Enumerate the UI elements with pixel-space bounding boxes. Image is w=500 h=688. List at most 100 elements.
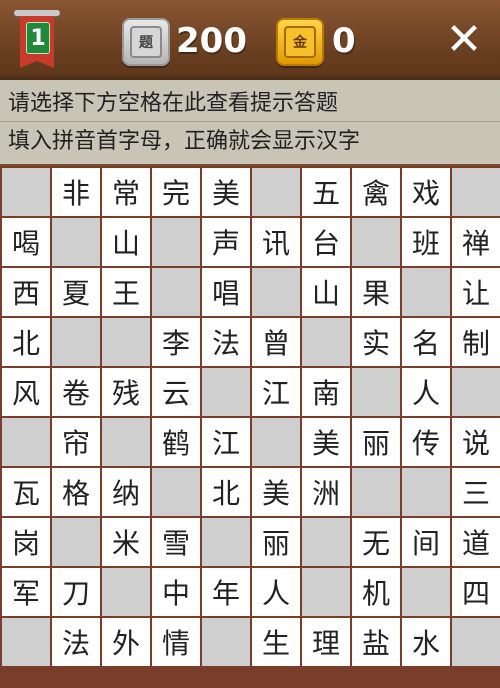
- grid-cell[interactable]: 中: [152, 568, 200, 616]
- banner-rod: [14, 10, 60, 16]
- gold-icon-label: 金: [284, 26, 316, 58]
- grid-cell[interactable]: 三: [452, 468, 500, 516]
- grid-cell[interactable]: 台: [302, 218, 350, 266]
- grid-cell[interactable]: 戏: [402, 168, 450, 216]
- grid-cell[interactable]: 非: [52, 168, 100, 216]
- grid-cell[interactable]: 人: [252, 568, 300, 616]
- grid-cell[interactable]: 美: [202, 168, 250, 216]
- grid-cell[interactable]: 生: [252, 618, 300, 666]
- grid-cell[interactable]: 卷: [52, 368, 100, 416]
- grid-cell[interactable]: 美: [252, 468, 300, 516]
- grid-cell[interactable]: 帘: [52, 418, 100, 466]
- grid-cell[interactable]: 喝: [2, 218, 50, 266]
- blank-cell: [102, 318, 150, 366]
- grid-cell[interactable]: 雪: [152, 518, 200, 566]
- gold-coin-icon[interactable]: 金: [276, 18, 324, 66]
- grid-cell[interactable]: 云: [152, 368, 200, 416]
- grid-cell[interactable]: 道: [452, 518, 500, 566]
- gold-value: 0: [332, 21, 356, 61]
- blank-cell: [352, 218, 400, 266]
- grid-cell[interactable]: 法: [52, 618, 100, 666]
- grid-cell[interactable]: 纳: [102, 468, 150, 516]
- grid-cell[interactable]: 情: [152, 618, 200, 666]
- grid-cell[interactable]: 岗: [2, 518, 50, 566]
- grid-cell[interactable]: 制: [452, 318, 500, 366]
- blank-cell: [252, 268, 300, 316]
- grid-cell[interactable]: 刀: [52, 568, 100, 616]
- grid-cell[interactable]: 山: [102, 218, 150, 266]
- grid-cell[interactable]: 西: [2, 268, 50, 316]
- grid-cell[interactable]: 唱: [202, 268, 250, 316]
- grid-cell[interactable]: 完: [152, 168, 200, 216]
- grid-cell[interactable]: 残: [102, 368, 150, 416]
- grid-cell[interactable]: 北: [2, 318, 50, 366]
- grid-cell[interactable]: 果: [352, 268, 400, 316]
- grid-cell[interactable]: 无: [352, 518, 400, 566]
- grid-cell[interactable]: 美: [302, 418, 350, 466]
- grid-cell[interactable]: 人: [402, 368, 450, 416]
- blank-cell: [2, 618, 50, 666]
- grid-cell[interactable]: 北: [202, 468, 250, 516]
- grid-cell[interactable]: 禽: [352, 168, 400, 216]
- blank-cell: [452, 618, 500, 666]
- grid-cell[interactable]: 机: [352, 568, 400, 616]
- blank-cell: [302, 318, 350, 366]
- grid-cell[interactable]: 让: [452, 268, 500, 316]
- grid-cell[interactable]: 米: [102, 518, 150, 566]
- blank-cell: [102, 418, 150, 466]
- grid-cell[interactable]: 水: [402, 618, 450, 666]
- grid-cell[interactable]: 夏: [52, 268, 100, 316]
- crossword-board: 非常完美五禽戏喝山声讯台班禅西夏王唱山果让北李法曾实名制风卷残云江南人帘鹤江美丽…: [0, 166, 500, 688]
- grid-cell[interactable]: 理: [302, 618, 350, 666]
- grid-cell[interactable]: 名: [402, 318, 450, 366]
- grid-cell[interactable]: 江: [202, 418, 250, 466]
- blank-cell: [102, 568, 150, 616]
- hint-line-2: 填入拼音首字母，正确就会显示汉字: [8, 129, 361, 154]
- grid-cell[interactable]: 军: [2, 568, 50, 616]
- grid-cell[interactable]: 四: [452, 568, 500, 616]
- grid-cell[interactable]: 间: [402, 518, 450, 566]
- grid-cell[interactable]: 格: [52, 468, 100, 516]
- blank-cell: [302, 568, 350, 616]
- hint-line-1: 请选择下方空格在此查看提示答题: [8, 91, 339, 116]
- grid-cell[interactable]: 丽: [352, 418, 400, 466]
- grid-cell[interactable]: 常: [102, 168, 150, 216]
- grid-cell[interactable]: 外: [102, 618, 150, 666]
- level-badge[interactable]: 1: [14, 6, 60, 70]
- grid-cell[interactable]: 年: [202, 568, 250, 616]
- hint-panel: 请选择下方空格在此查看提示答题 填入拼音首字母，正确就会显示汉字: [0, 80, 500, 164]
- grid-cell[interactable]: 盐: [352, 618, 400, 666]
- grid-cell[interactable]: 南: [302, 368, 350, 416]
- blank-cell: [352, 468, 400, 516]
- question-icon[interactable]: 题: [122, 18, 170, 66]
- grid-cell[interactable]: 山: [302, 268, 350, 316]
- blank-cell: [202, 368, 250, 416]
- grid-cell[interactable]: 传: [402, 418, 450, 466]
- blank-cell: [402, 568, 450, 616]
- grid-cell[interactable]: 法: [202, 318, 250, 366]
- grid-cell[interactable]: 江: [252, 368, 300, 416]
- grid-cell[interactable]: 风: [2, 368, 50, 416]
- blank-cell: [52, 218, 100, 266]
- close-button[interactable]: ✕: [442, 18, 486, 62]
- blank-cell: [452, 368, 500, 416]
- blank-cell: [352, 368, 400, 416]
- grid-cell[interactable]: 五: [302, 168, 350, 216]
- grid-cell[interactable]: 班: [402, 218, 450, 266]
- grid-cell[interactable]: 李: [152, 318, 200, 366]
- score-value: 200: [176, 21, 247, 61]
- grid-cell[interactable]: 曾: [252, 318, 300, 366]
- grid-cell[interactable]: 声: [202, 218, 250, 266]
- grid-cell[interactable]: 洲: [302, 468, 350, 516]
- grid-cell[interactable]: 王: [102, 268, 150, 316]
- blank-cell: [402, 268, 450, 316]
- grid-cell[interactable]: 丽: [252, 518, 300, 566]
- blank-cell: [152, 218, 200, 266]
- grid-cell[interactable]: 实: [352, 318, 400, 366]
- grid-cell[interactable]: 讯: [252, 218, 300, 266]
- grid-cell[interactable]: 禅: [452, 218, 500, 266]
- grid-cell[interactable]: 瓦: [2, 468, 50, 516]
- grid-cell[interactable]: 鹤: [152, 418, 200, 466]
- grid-cell[interactable]: 说: [452, 418, 500, 466]
- crossword-grid: 非常完美五禽戏喝山声讯台班禅西夏王唱山果让北李法曾实名制风卷残云江南人帘鹤江美丽…: [2, 168, 500, 666]
